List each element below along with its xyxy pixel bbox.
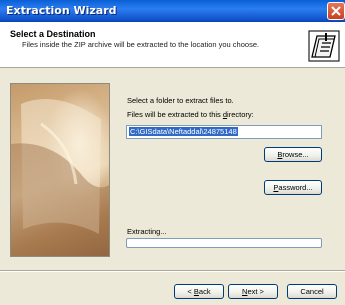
wizard-header: Select a Destination Files inside the ZI… xyxy=(0,22,345,68)
password-button[interactable]: Password... xyxy=(264,180,322,195)
extracting-label: Extracting... xyxy=(127,227,167,236)
instruction-text: Select a folder to extract files to. xyxy=(127,96,234,105)
zip-folder-icon xyxy=(308,30,340,62)
footer-divider xyxy=(0,270,345,272)
directory-label: Files will be extracted to this director… xyxy=(127,110,254,119)
close-icon xyxy=(331,6,341,16)
header-subtitle: Files inside the ZIP archive will be ext… xyxy=(22,40,260,49)
cancel-button[interactable]: Cancel xyxy=(287,284,337,299)
browse-button[interactable]: Browse... xyxy=(264,147,322,162)
back-button[interactable]: < Back xyxy=(174,284,224,299)
window-title: Extraction Wizard xyxy=(6,4,117,17)
extraction-progress-bar xyxy=(126,238,322,248)
header-title: Select a Destination xyxy=(10,29,96,39)
close-button[interactable] xyxy=(327,2,345,20)
title-bar[interactable]: Extraction Wizard xyxy=(0,0,345,22)
extraction-wizard-window: Extraction Wizard Select a Destination F… xyxy=(0,0,345,305)
next-button[interactable]: Next > xyxy=(228,284,278,299)
wizard-side-image xyxy=(10,83,110,257)
path-value: C:\GISdata\Neftaddal\24875148 xyxy=(129,127,238,136)
destination-path-input[interactable]: C:\GISdata\Neftaddal\24875148 xyxy=(126,125,322,139)
